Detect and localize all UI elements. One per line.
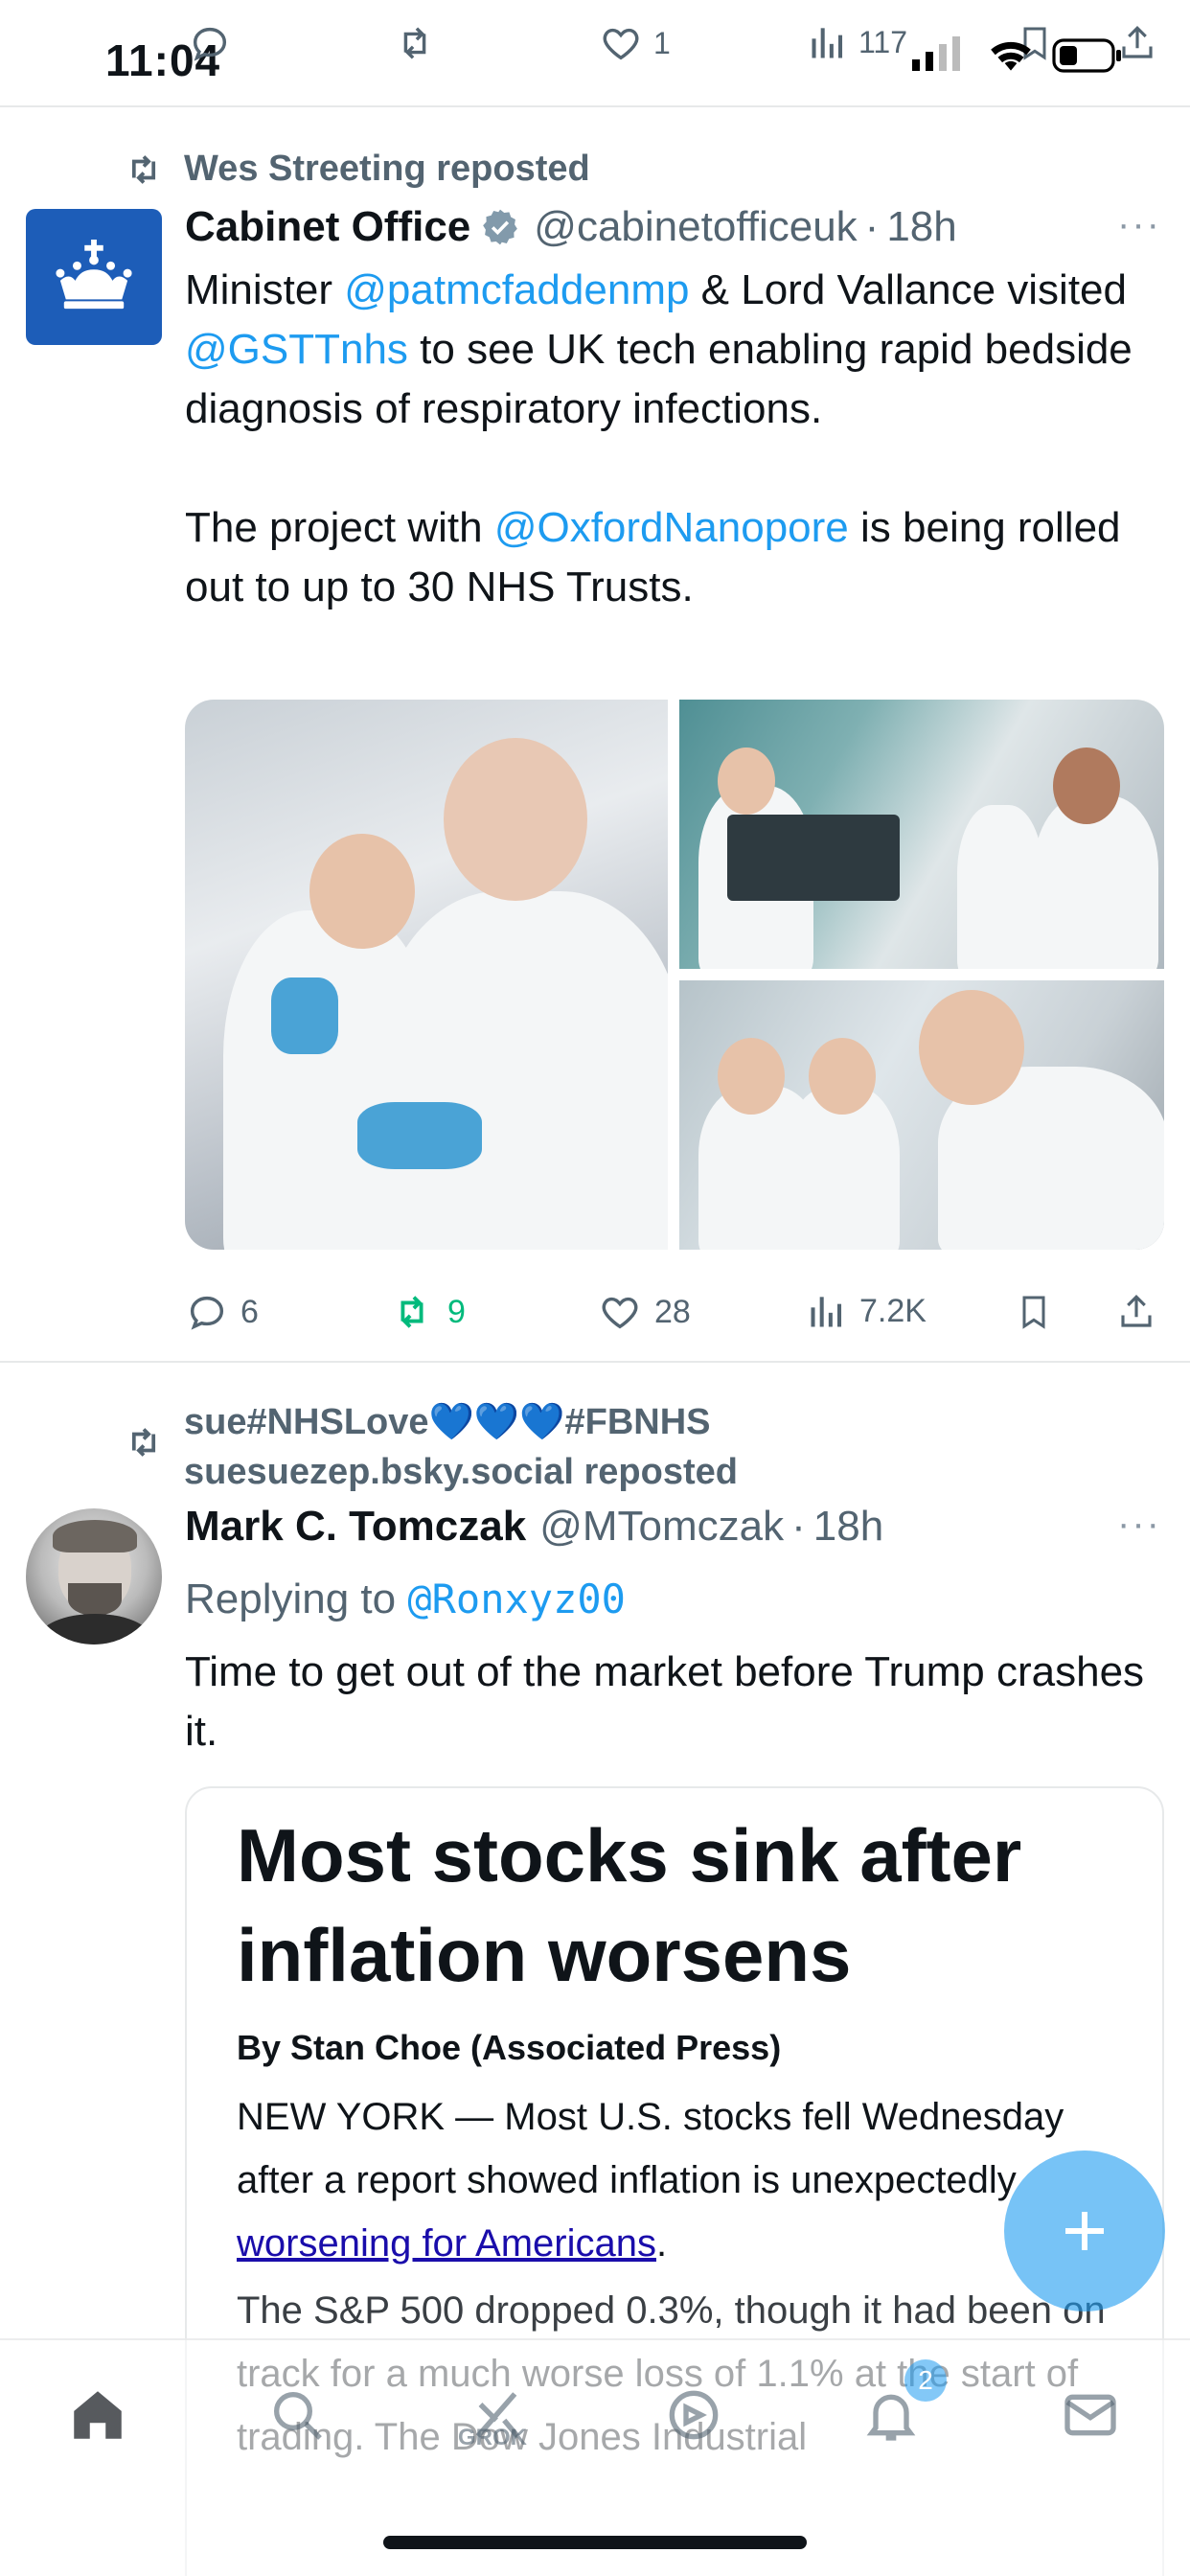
wifi-icon xyxy=(987,36,1035,73)
tweet-photo[interactable] xyxy=(679,700,1164,969)
tweet-photo[interactable] xyxy=(185,700,668,1250)
grok-tab-label: GROK xyxy=(458,2425,527,2450)
tweet-action-bar: 6 9 28 7.2K xyxy=(185,1290,1153,1347)
signal-icon xyxy=(912,36,966,71)
spaces-icon xyxy=(669,2390,719,2440)
tab-messages[interactable] xyxy=(1052,2377,1129,2453)
status-bar: 11:04 1 117 xyxy=(0,0,1190,107)
mention-link[interactable]: @patmcfaddenmp xyxy=(344,266,689,313)
share-button[interactable] xyxy=(1117,21,1157,65)
tab-home[interactable] xyxy=(59,2377,136,2453)
tweet-photo[interactable] xyxy=(679,980,1164,1250)
repost-indicator: Wes Streeting reposted xyxy=(123,144,590,194)
views-button[interactable]: 117 xyxy=(807,21,907,63)
like-button[interactable]: 28 xyxy=(597,1290,691,1334)
tweet-header: Cabinet Office @cabinetofficeuk · 18h xyxy=(185,203,957,251)
retweet-button[interactable] xyxy=(391,21,448,65)
tab-search[interactable] xyxy=(259,2377,335,2453)
compose-button[interactable] xyxy=(1004,2150,1165,2312)
tweet-text: Time to get out of the market before Tru… xyxy=(185,1648,1145,1755)
tweet-cabinet-office[interactable]: Wes Streeting reposted Cabinet Office @c… xyxy=(0,107,1190,1363)
tweet-time[interactable]: 18h xyxy=(813,1503,883,1551)
more-options-icon[interactable]: ··· xyxy=(1117,203,1161,246)
mention-link[interactable]: @Ronxyz00 xyxy=(407,1576,626,1622)
article-link[interactable]: worsening for Americans xyxy=(237,2222,656,2265)
retweet-button[interactable]: 9 xyxy=(388,1290,466,1334)
retweet-icon xyxy=(131,155,156,184)
retweet-icon xyxy=(400,1296,423,1328)
share-button[interactable] xyxy=(1116,1290,1156,1334)
author-handle[interactable]: @cabinetofficeuk xyxy=(534,203,857,251)
home-indicator xyxy=(383,2536,807,2549)
author-name[interactable]: Mark C. Tomczak xyxy=(185,1503,526,1551)
more-options-icon[interactable]: ··· xyxy=(1117,1503,1161,1546)
article-paragraph: NEW YORK — Most U.S. stocks fell Wednesd… xyxy=(237,2096,1064,2265)
battery-icon xyxy=(1052,36,1123,75)
author-handle[interactable]: @MTomczak xyxy=(539,1503,784,1551)
article-title: Most stocks sink after inflation worsens xyxy=(237,1813,1022,1997)
views-button[interactable]: 7.2K xyxy=(806,1290,927,1332)
envelope-icon xyxy=(1064,2394,1116,2436)
reply-icon xyxy=(190,1296,224,1330)
author-name[interactable]: Cabinet Office xyxy=(185,203,470,251)
retweet-icon xyxy=(403,27,426,59)
heart-icon xyxy=(603,28,639,60)
mention-link[interactable]: @GSTTnhs xyxy=(185,326,408,373)
views-icon xyxy=(812,28,843,58)
tab-spaces[interactable] xyxy=(655,2377,732,2453)
views-icon xyxy=(811,1297,842,1327)
bookmark-button[interactable] xyxy=(1015,1290,1053,1334)
search-icon xyxy=(274,2392,322,2440)
retweet-icon xyxy=(131,1428,156,1457)
repost-indicator: sue#NHSLove💙💙💙#FBNHS suesuezep.bsky.soci… xyxy=(123,1397,738,1497)
heart-icon xyxy=(602,1297,638,1329)
like-button[interactable]: 1 xyxy=(598,21,671,65)
share-icon xyxy=(1121,1295,1152,1327)
media-grid xyxy=(185,700,1164,1250)
bookmark-icon xyxy=(1022,1296,1045,1329)
tweet-time[interactable]: 18h xyxy=(886,203,956,251)
tweet-header: Mark C. Tomczak @MTomczak · 18h xyxy=(185,1503,884,1551)
home-icon xyxy=(74,2391,122,2439)
plus-icon xyxy=(1065,2212,1104,2250)
mention-link[interactable]: @OxfordNanopore xyxy=(494,504,849,551)
replying-to: Replying to @Ronxyz00 xyxy=(185,1576,626,1622)
notification-badge: 2 xyxy=(904,2359,947,2402)
tweet-text: Minister @patmcfaddenmp & Lord Vallance … xyxy=(185,266,1133,610)
article-byline: By Stan Choe (Associated Press) xyxy=(237,2028,782,2067)
verified-badge-icon xyxy=(483,209,518,245)
reply-button[interactable]: 6 xyxy=(185,1290,259,1334)
crown-logo-icon xyxy=(56,240,132,310)
avatar[interactable] xyxy=(26,209,162,345)
share-icon xyxy=(1122,26,1153,58)
reply-icon xyxy=(193,27,227,61)
avatar[interactable] xyxy=(26,1508,162,1644)
reply-button[interactable] xyxy=(188,21,241,65)
